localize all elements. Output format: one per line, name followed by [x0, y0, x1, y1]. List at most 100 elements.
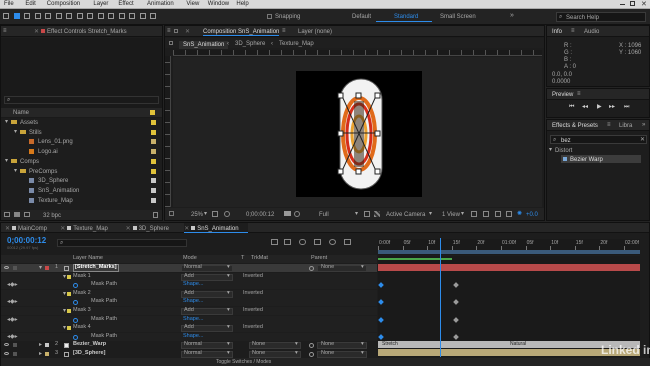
comp-flow-tab[interactable]: Texture_Map	[279, 41, 314, 47]
keyframe[interactable]	[453, 282, 459, 289]
label-swatch[interactable]	[151, 197, 156, 203]
label-swatch[interactable]	[151, 139, 156, 145]
interpret-footage-icon[interactable]	[4, 212, 10, 217]
project-item[interactable]: 3D_Sphere	[1, 176, 162, 185]
visibility-eye-icon[interactable]	[4, 343, 9, 347]
timeline-tab[interactable]: ✕ Texture_Map	[60, 223, 117, 233]
comp-mini-flowchart-icon[interactable]	[271, 239, 278, 245]
panel-menu-icon[interactable]: ≡	[607, 122, 611, 128]
effects-search-field[interactable]: ⌕ bez ✕	[550, 135, 647, 144]
menu-item-window[interactable]: Window	[208, 1, 229, 7]
grid-icon[interactable]	[212, 211, 218, 217]
chevron-down-icon[interactable]: ▾	[361, 350, 364, 357]
panel-menu-icon[interactable]: ≡	[577, 91, 581, 97]
menu-item-edit[interactable]: Edit	[25, 1, 35, 7]
prev-frame-icon[interactable]: ◂◂	[582, 104, 588, 110]
name-column-header[interactable]: Name	[13, 110, 29, 116]
expand-triangle-icon[interactable]: ▸	[39, 342, 42, 348]
chevron-down-icon[interactable]: ▾	[227, 290, 230, 297]
chevron-down-icon[interactable]: ▾	[361, 342, 364, 348]
current-time-indicator[interactable]	[440, 238, 441, 357]
stopwatch-icon[interactable]	[73, 317, 78, 323]
close-icon[interactable]: ✕	[5, 225, 10, 232]
transparency-grid-icon[interactable]	[374, 211, 380, 217]
rotate-tool-icon[interactable]	[45, 13, 51, 19]
mask-path-shape-link[interactable]: Shape...	[183, 333, 204, 340]
expand-triangle-icon[interactable]: ▾	[5, 119, 8, 125]
project-item[interactable]: Logo.ai	[1, 147, 162, 156]
expand-triangle-icon[interactable]: ▸	[39, 351, 42, 357]
timeline-tab[interactable]: ✕ SnS_Animation	[184, 223, 249, 233]
roto-tool-icon[interactable]	[139, 13, 146, 19]
snapshot-icon[interactable]	[284, 211, 291, 216]
keyframe[interactable]	[378, 282, 384, 289]
expand-triangle-icon[interactable]: ▾	[14, 168, 17, 174]
fast-previews-icon[interactable]	[483, 211, 489, 217]
chevron-down-icon[interactable]: ▾	[227, 264, 230, 271]
panel-menu-icon[interactable]: ≡	[167, 28, 171, 34]
mask-path-shape-link[interactable]: Shape...	[183, 316, 204, 323]
mask-path-row[interactable]: ◂◆▸ Mask Path Shape...	[1, 281, 377, 290]
mask-name[interactable]: Mask 1	[73, 273, 91, 280]
layer-name[interactable]: [3D_Sphere]	[73, 350, 105, 357]
expand-triangle-icon[interactable]: ▾	[549, 147, 552, 153]
keyframe[interactable]	[453, 299, 459, 306]
new-comp-icon[interactable]	[24, 212, 30, 217]
mode-header[interactable]: Mode	[183, 255, 197, 262]
mask-name[interactable]: Mask 3	[73, 307, 91, 314]
current-time-field[interactable]: 0;00:00:12	[246, 212, 274, 218]
home-tool-icon[interactable]	[3, 13, 9, 19]
layer-label-swatch[interactable]	[45, 266, 49, 270]
exposure-icon[interactable]: ✺	[517, 211, 522, 217]
project-item[interactable]: ▾ Assets	[1, 118, 162, 127]
mask-path-shape-link[interactable]: Shape...	[183, 299, 204, 305]
distort-category[interactable]: Distort	[555, 148, 572, 154]
chevron-down-icon[interactable]: ▾	[295, 342, 298, 348]
mask-swatch[interactable]	[67, 291, 71, 296]
mask-row[interactable]: ▾ Mask 2 Add ▾ Inverted	[1, 289, 377, 298]
audio-icon[interactable]	[13, 343, 17, 348]
parent-pickwhip-icon[interactable]	[309, 266, 314, 271]
audio-icon[interactable]	[13, 352, 17, 356]
panel-options-icon[interactable]: ≡	[282, 28, 286, 34]
workspace-standard[interactable]: Standard	[394, 14, 418, 20]
always-preview-icon[interactable]	[169, 211, 174, 216]
close-icon[interactable]: ✕	[184, 225, 189, 232]
layer-label-swatch[interactable]	[45, 352, 49, 356]
label-swatch[interactable]	[151, 158, 156, 164]
mask-path-shape-link[interactable]: Shape...	[183, 282, 204, 288]
parent-header[interactable]: Parent	[311, 255, 327, 262]
mask-name[interactable]: Mask 2	[73, 290, 91, 297]
visibility-eye-icon[interactable]	[4, 352, 9, 355]
stopwatch-icon[interactable]	[73, 334, 78, 340]
minimize-icon[interactable]	[620, 4, 625, 5]
timeline-icon[interactable]	[495, 211, 501, 217]
audio-icon[interactable]	[13, 266, 17, 270]
expand-triangle-icon[interactable]: ▾	[63, 325, 66, 331]
chevron-down-icon[interactable]: ▾	[227, 342, 230, 348]
expand-triangle-icon[interactable]: ▾	[63, 274, 66, 280]
workspace-default[interactable]: Default	[352, 14, 371, 20]
toggle-switches-modes[interactable]: Toggle Switches / Modes	[216, 360, 271, 365]
chevron-down-icon[interactable]: ▾	[227, 273, 230, 280]
keyframe[interactable]	[453, 333, 459, 340]
camera-dropdown[interactable]: Active Camera	[386, 212, 425, 218]
label-swatch[interactable]	[151, 187, 156, 193]
tab-close-icon[interactable]: ✕	[34, 28, 39, 35]
expand-triangle-icon[interactable]: ▾	[63, 291, 66, 297]
chevron-down-icon[interactable]: ▾	[429, 211, 432, 217]
chevron-down-icon[interactable]: ▾	[204, 211, 207, 217]
project-item[interactable]: Texture_Map	[1, 196, 162, 205]
layer-tab[interactable]: Layer (none)	[298, 29, 332, 35]
chevron-down-icon[interactable]: ▾	[355, 211, 358, 217]
menu-item-help[interactable]: Help	[236, 1, 248, 7]
chevron-down-icon[interactable]: ▾	[361, 264, 364, 271]
workspace-small-screen[interactable]: Small Screen	[440, 14, 476, 20]
draft-3d-icon[interactable]	[284, 239, 291, 245]
show-snapshot-icon[interactable]	[294, 211, 300, 217]
zoom-dropdown[interactable]: 25%	[191, 212, 203, 218]
clear-search-icon[interactable]: ✕	[640, 137, 645, 143]
type-tool-icon[interactable]	[97, 13, 104, 19]
expand-triangle-icon[interactable]: ▾	[14, 129, 17, 135]
timeline-tab[interactable]: ✕ 3D_Sphere	[126, 223, 177, 233]
